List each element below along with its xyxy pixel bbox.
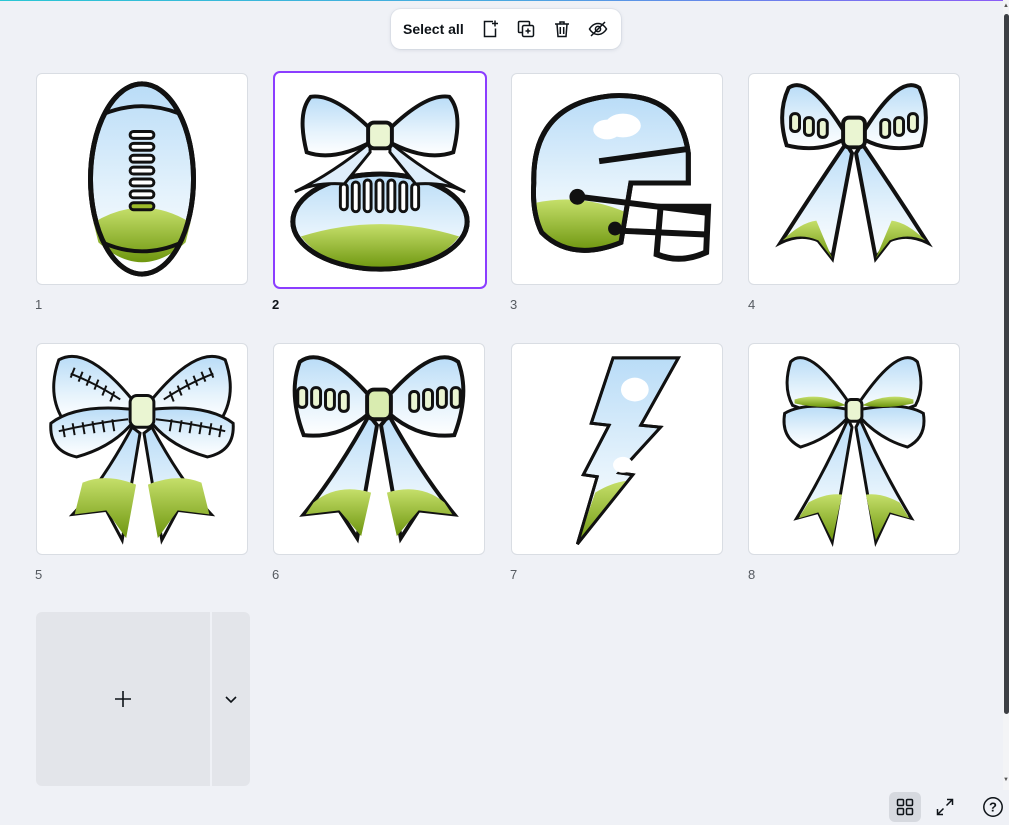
page-thumbnail-4[interactable] <box>748 73 960 285</box>
select-all-button[interactable]: Select all <box>403 21 464 37</box>
page-number: 3 <box>510 297 518 312</box>
scrollbar-thumb[interactable] <box>1004 14 1009 714</box>
sky-bow-illustration <box>782 356 926 548</box>
stitched-bow-illustration <box>49 354 235 545</box>
page-thumbnail-5[interactable] <box>36 343 248 555</box>
grid-view-button[interactable] <box>889 792 921 822</box>
chevron-down-icon <box>225 696 237 704</box>
page-number: 5 <box>35 567 43 582</box>
page-number: 2 <box>272 297 280 312</box>
page-thumbnail-8[interactable] <box>748 343 960 555</box>
add-page-icon <box>483 20 498 38</box>
lightning-bolt-illustration <box>575 356 681 546</box>
add-page-options-button[interactable] <box>212 612 250 786</box>
delete-page-button[interactable] <box>548 15 576 43</box>
page-number: 6 <box>272 567 280 582</box>
helmet-illustration <box>531 93 712 262</box>
page-thumbnail-1[interactable] <box>36 73 248 285</box>
page-number: 8 <box>748 567 756 582</box>
grid-view-icon <box>896 798 914 816</box>
add-page-button[interactable] <box>476 15 504 43</box>
page-thumbnail-2[interactable] <box>273 71 487 289</box>
duplicate-page-button[interactable] <box>512 15 540 43</box>
page-toolbar: Select all <box>391 9 621 49</box>
laced-bow-illustration <box>775 83 933 263</box>
help-button[interactable]: ? <box>977 792 1009 822</box>
bow-football-illustration <box>290 94 470 272</box>
add-page-button[interactable] <box>36 612 210 786</box>
page-thumbnail-6[interactable] <box>273 343 485 555</box>
fullscreen-icon <box>936 798 954 816</box>
help-icon: ? <box>983 797 1003 817</box>
hide-eye-icon <box>588 21 608 37</box>
top-gradient-line <box>0 0 1003 1</box>
page-thumbnail-3[interactable] <box>511 73 723 285</box>
plus-icon <box>115 691 131 707</box>
hide-page-button[interactable] <box>584 15 612 43</box>
help-label: ? <box>989 800 997 815</box>
football-illustration <box>88 81 196 277</box>
page-number: 7 <box>510 567 518 582</box>
page-number: 4 <box>748 297 756 312</box>
scroll-down-arrow[interactable]: ▼ <box>1003 776 1009 784</box>
page-thumbnail-7[interactable] <box>511 343 723 555</box>
laced-bow-2-illustration <box>292 355 466 544</box>
page-number: 1 <box>35 297 43 312</box>
duplicate-page-icon <box>517 20 534 38</box>
scroll-up-arrow[interactable]: ▲ <box>1003 2 1009 10</box>
trash-icon <box>554 21 569 38</box>
fullscreen-button[interactable] <box>929 792 961 822</box>
